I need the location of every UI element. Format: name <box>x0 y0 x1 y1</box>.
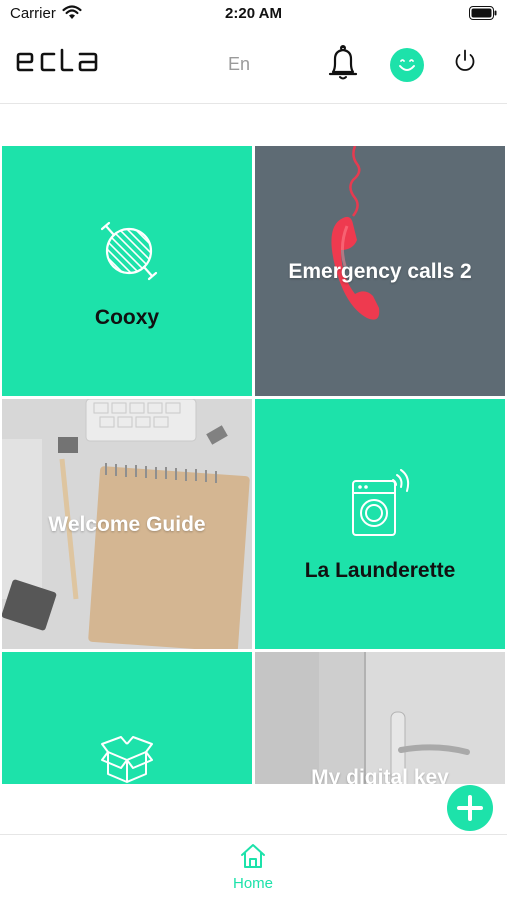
power-icon[interactable] <box>452 48 478 79</box>
plus-icon <box>457 795 483 821</box>
ecla-logo <box>16 48 110 83</box>
tab-bar-divider <box>0 834 507 835</box>
tile-label: Emergency calls 2 <box>288 260 472 283</box>
tile-label: Welcome Guide <box>48 513 206 536</box>
tile-label: La Launderette <box>304 559 456 582</box>
box-icon <box>100 734 154 784</box>
washing-machine-icon <box>351 469 415 544</box>
bottom-spacer <box>0 784 507 834</box>
app-header: En <box>0 36 507 98</box>
tile-welcome-guide[interactable]: Welcome Guide <box>2 399 252 649</box>
tile-cooxy[interactable]: Cooxy <box>2 146 252 396</box>
add-button[interactable] <box>447 785 493 831</box>
battery-icon <box>469 6 497 25</box>
tab-home[interactable]: Home <box>220 840 286 896</box>
notifications-bell-icon[interactable] <box>326 44 360 89</box>
tile-la-launderette[interactable]: La Launderette <box>255 399 505 649</box>
profile-avatar-icon[interactable] <box>390 48 424 82</box>
services-grid: Cooxy Emergency calls 2 Welcome Guide La… <box>2 146 506 784</box>
home-icon <box>239 842 267 875</box>
tile-emergency-calls[interactable]: Emergency calls 2 <box>255 146 505 396</box>
tab-home-label: Home <box>232 875 273 892</box>
tile-my-digital-key[interactable]: My digital key <box>255 652 505 784</box>
header-divider <box>0 103 507 104</box>
grill-icon <box>96 218 162 289</box>
tile-label: Cooxy <box>94 306 160 329</box>
tile-label: My digital key <box>311 766 449 784</box>
language-selector[interactable]: En <box>228 54 250 75</box>
status-bar: Carrier 2:20 AM <box>0 0 507 30</box>
clock-label: 2:20 AM <box>225 5 282 22</box>
door-image <box>255 652 505 784</box>
tile-box[interactable] <box>2 652 252 784</box>
